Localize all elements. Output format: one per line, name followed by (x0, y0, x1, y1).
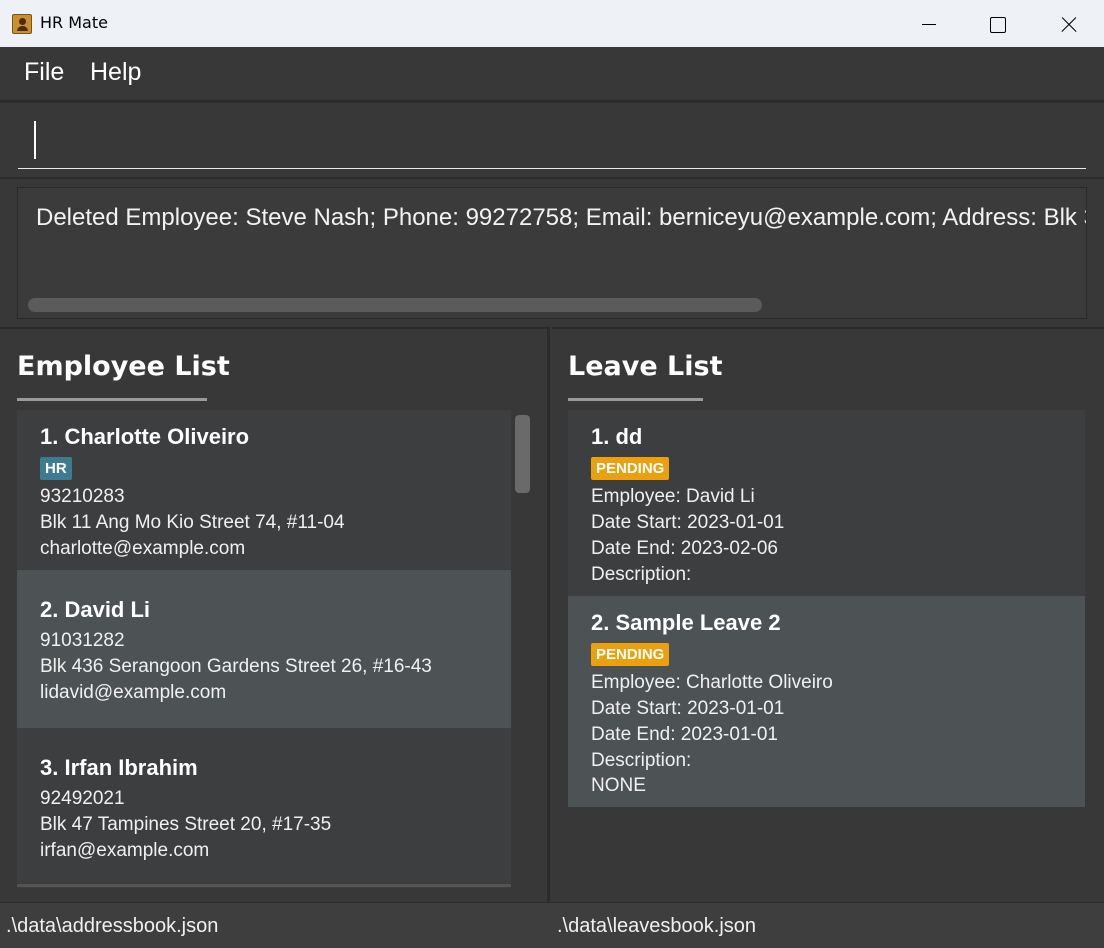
employee-list-bottom-divider (17, 884, 511, 887)
leave-status-badge: PENDING (591, 643, 670, 666)
result-display: Deleted Employee: Steve Nash; Phone: 992… (17, 187, 1087, 319)
employee-email: charlotte@example.com (40, 538, 246, 559)
minimize-button[interactable] (894, 0, 964, 47)
employee-phone: 92492021 (40, 788, 125, 809)
command-box (0, 101, 1104, 177)
employee-address: Blk 47 Tampines Street 20, #17-35 (40, 814, 332, 835)
leave-status-badge: PENDING (591, 457, 670, 480)
employee-list-title: Employee List (17, 351, 230, 382)
employee-name: 1. Charlotte Oliveiro (40, 424, 250, 449)
leave-date-start: Date Start: 2023-01-01 (591, 512, 785, 533)
close-button[interactable] (1034, 0, 1104, 47)
maximize-button[interactable] (962, 0, 1032, 47)
employee-tag: HR (40, 457, 72, 480)
employee-email: lidavid@example.com (40, 682, 227, 703)
employee-name: 2. David Li (40, 597, 151, 622)
employee-name: 3. Irfan Ibrahim (40, 755, 198, 780)
window-title: HR Mate (40, 13, 108, 32)
leave-card[interactable]: 1. dd PENDING Employee: David Li Date St… (568, 410, 1085, 596)
command-input[interactable] (18, 115, 1086, 169)
employee-email: irfan@example.com (40, 840, 210, 861)
leave-panel: Leave List 1. dd PENDING Employee: David… (552, 327, 1104, 902)
app-logo-icon (12, 14, 32, 34)
result-message: Deleted Employee: Steve Nash; Phone: 992… (36, 204, 1087, 231)
leave-date-start: Date Start: 2023-01-01 (591, 698, 785, 719)
result-horizontal-scrollbar[interactable] (28, 298, 762, 312)
leave-list-title: Leave List (568, 351, 723, 382)
address-file-path: .\data\addressbook.json (6, 915, 219, 937)
title-bar: HR Mate (0, 0, 1104, 47)
employee-phone: 91031282 (40, 630, 125, 651)
employee-title-underline (17, 398, 207, 401)
employee-address: Blk 11 Ang Mo Kio Street 74, #11-04 (40, 512, 345, 533)
leave-description-label: Description: (591, 564, 692, 585)
leave-file-path: .\data\leavesbook.json (557, 915, 757, 937)
leave-title-underline (568, 398, 703, 401)
employee-list-scrollbar[interactable] (515, 415, 530, 493)
employee-address: Blk 436 Serangoon Gardens Street 26, #16… (40, 656, 432, 677)
leave-date-end: Date End: 2023-01-01 (591, 724, 778, 745)
employee-card[interactable]: 3. Irfan Ibrahim 92492021 Blk 47 Tampine… (17, 728, 511, 888)
leave-employee: Employee: David Li (591, 486, 755, 507)
leave-title: 1. dd (591, 424, 643, 449)
menu-help[interactable]: Help (90, 58, 141, 87)
employee-card[interactable]: 1. Charlotte Oliveiro HR 93210283 Blk 11… (17, 410, 511, 570)
result-display-area: Deleted Employee: Steve Nash; Phone: 992… (0, 177, 1104, 327)
leave-date-end: Date End: 2023-02-06 (591, 538, 778, 559)
text-caret (34, 121, 36, 159)
status-bar: .\data\addressbook.json .\data\leavesboo… (0, 902, 1104, 948)
leave-card[interactable]: 2. Sample Leave 2 PENDING Employee: Char… (568, 596, 1085, 807)
leave-title: 2. Sample Leave 2 (591, 610, 781, 635)
employee-card[interactable]: 2. David Li 91031282 Blk 436 Serangoon G… (17, 570, 511, 728)
menu-bar: File Help (0, 47, 1104, 101)
employee-panel: Employee List 1. Charlotte Oliveiro HR 9… (0, 327, 550, 902)
leave-list[interactable]: 1. dd PENDING Employee: David Li Date St… (568, 410, 1085, 810)
menu-file[interactable]: File (24, 58, 64, 87)
employee-list[interactable]: 1. Charlotte Oliveiro HR 93210283 Blk 11… (17, 410, 511, 888)
leave-description-label: Description: (591, 750, 692, 771)
employee-phone: 93210283 (40, 486, 125, 507)
leave-employee: Employee: Charlotte Oliveiro (591, 672, 833, 693)
leave-description: NONE (591, 775, 646, 796)
